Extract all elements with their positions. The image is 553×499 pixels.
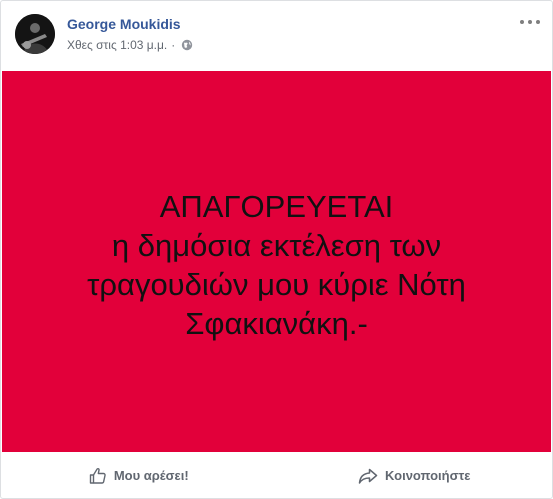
like-label: Μου αρέσει! [113,468,189,483]
author-name[interactable]: George Moukidis [67,16,181,32]
banner-line-1: ΑΠΑΓΟΡΕΥΕΤΑΙ [159,188,394,224]
post-header: George Moukidis Χθες στις 1:03 μ.μ. · [1,1,552,71]
thumbs-up-icon [89,467,106,484]
meta-separator: · [171,38,176,52]
more-dots-icon [520,20,524,24]
timestamp[interactable]: Χθες στις 1:03 μ.μ. [67,38,167,52]
globe-icon[interactable] [181,39,193,51]
avatar-image [15,14,55,54]
share-label: Κοινοποιήστε [385,468,471,483]
like-button[interactable]: Μου αρέσει! [1,460,277,492]
post-card: George Moukidis Χθες στις 1:03 μ.μ. · ΑΠ… [0,0,553,499]
post-meta: Χθες στις 1:03 μ.μ. · [67,38,193,52]
post-image-banner[interactable]: ΑΠΑΓΟΡΕΥΕΤΑΙ η δημόσια εκτέλεση των τραγ… [2,71,551,452]
banner-line-2: η δημόσια εκτέλεση των [111,227,442,263]
avatar[interactable] [15,14,55,54]
more-options-button[interactable] [520,15,540,29]
post-actions: Μου αρέσει! Κοινοποιήστε [1,453,552,498]
banner-line-4: Σφακιανάκη.- [185,305,368,341]
share-arrow-icon [358,468,378,484]
share-button[interactable]: Κοινοποιήστε [277,460,553,492]
banner-line-3: τραγουδιών μου κύριε Νότη [87,266,466,302]
